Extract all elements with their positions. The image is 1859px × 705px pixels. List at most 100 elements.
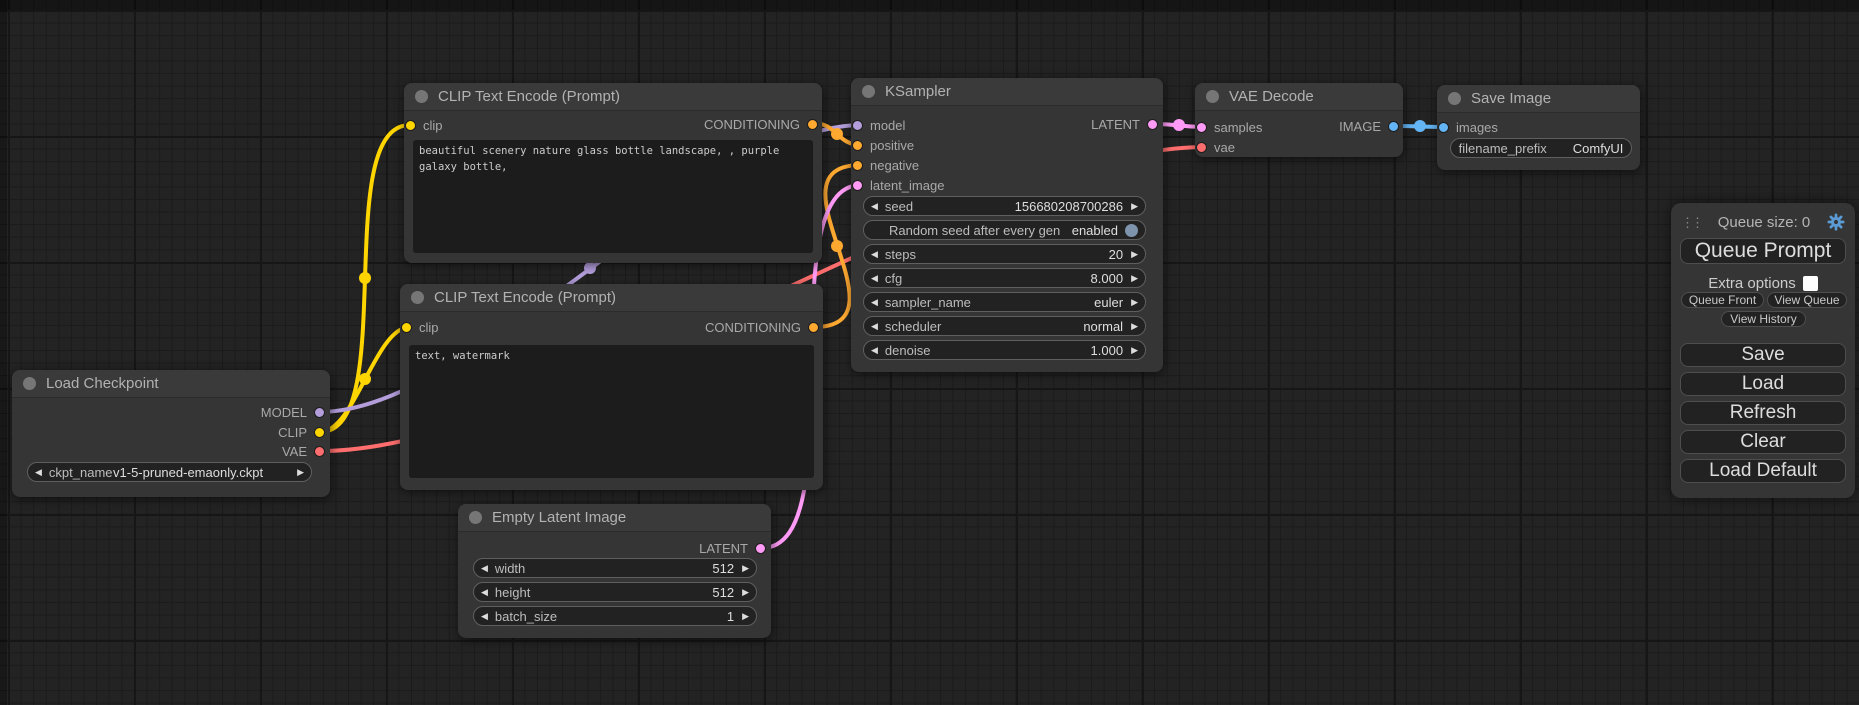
- save-button[interactable]: Save: [1680, 343, 1846, 367]
- collapse-dot-icon[interactable]: [411, 291, 424, 304]
- input-port-latent-image[interactable]: [852, 180, 863, 191]
- input-port-samples[interactable]: [1196, 122, 1207, 133]
- node-title-bar[interactable]: Save Image: [1437, 85, 1640, 113]
- decrement-arrow-icon[interactable]: ◀: [871, 346, 878, 355]
- view-queue-button[interactable]: View Queue: [1767, 292, 1847, 308]
- node-title-bar[interactable]: Load Checkpoint: [12, 370, 330, 398]
- decrement-arrow-icon[interactable]: ◀: [871, 250, 878, 259]
- node-title-bar[interactable]: VAE Decode: [1195, 83, 1403, 111]
- input-port-clip[interactable]: [405, 120, 416, 131]
- node-title-bar[interactable]: Empty Latent Image: [458, 504, 771, 532]
- prev-value-arrow-icon[interactable]: ◀: [871, 298, 878, 307]
- output-port-latent[interactable]: [1147, 119, 1158, 130]
- load-button[interactable]: Load: [1680, 372, 1846, 396]
- increment-arrow-icon[interactable]: ▶: [742, 564, 749, 573]
- next-value-arrow-icon[interactable]: ▶: [297, 468, 304, 477]
- input-port-clip[interactable]: [401, 322, 412, 333]
- sampler-name-widget[interactable]: ◀ sampler_name euler ▶: [863, 292, 1146, 312]
- node-empty-latent-image[interactable]: Empty Latent Image LATENT ◀ width 512 ▶ …: [458, 504, 771, 638]
- cfg-widget[interactable]: ◀ cfg 8.000 ▶: [863, 268, 1146, 288]
- widget-value: 512: [712, 585, 734, 600]
- collapse-dot-icon[interactable]: [862, 85, 875, 98]
- collapse-dot-icon[interactable]: [1448, 92, 1461, 105]
- settings-gear-icon[interactable]: [1827, 213, 1845, 231]
- output-port-image[interactable]: [1388, 121, 1399, 132]
- input-port-negative[interactable]: [852, 160, 863, 171]
- decrement-arrow-icon[interactable]: ◀: [481, 564, 488, 573]
- widget-value: v1-5-pruned-emaonly.ckpt: [113, 465, 263, 480]
- scheduler-widget[interactable]: ◀ scheduler normal ▶: [863, 316, 1146, 336]
- view-history-button[interactable]: View History: [1721, 311, 1806, 327]
- link-dot-clip-positive[interactable]: [359, 272, 371, 284]
- node-clip-text-encode-negative[interactable]: CLIP Text Encode (Prompt) clip CONDITION…: [400, 284, 823, 490]
- input-port-model[interactable]: [852, 120, 863, 131]
- drag-handle-icon[interactable]: ⋮⋮: [1681, 216, 1701, 229]
- increment-arrow-icon[interactable]: ▶: [1131, 274, 1138, 283]
- node-ksampler[interactable]: KSampler model positive negative latent_…: [851, 78, 1163, 372]
- positive-prompt-textarea[interactable]: beautiful scenery nature glass bottle la…: [413, 140, 813, 253]
- steps-widget[interactable]: ◀ steps 20 ▶: [863, 244, 1146, 264]
- input-port-positive[interactable]: [852, 140, 863, 151]
- node-title-bar[interactable]: CLIP Text Encode (Prompt): [400, 284, 823, 312]
- link-dot-image[interactable]: [1414, 120, 1426, 132]
- output-port-vae[interactable]: [314, 446, 325, 457]
- increment-arrow-icon[interactable]: ▶: [742, 588, 749, 597]
- node-title-bar[interactable]: CLIP Text Encode (Prompt): [404, 83, 822, 111]
- batch-size-widget[interactable]: ◀ batch_size 1 ▶: [473, 606, 757, 626]
- link-dot-negative[interactable]: [831, 240, 843, 252]
- ckpt-name-widget[interactable]: ◀ ckpt_name v1-5-pruned-emaonly.ckpt ▶: [27, 462, 312, 482]
- output-label-latent: LATENT: [699, 541, 748, 556]
- increment-arrow-icon[interactable]: ▶: [1131, 346, 1138, 355]
- next-value-arrow-icon[interactable]: ▶: [1131, 298, 1138, 307]
- output-port-model[interactable]: [314, 407, 325, 418]
- link-dot-latent-samples[interactable]: [1173, 119, 1185, 131]
- increment-arrow-icon[interactable]: ▶: [1131, 250, 1138, 259]
- widget-label: ckpt_name: [49, 465, 113, 480]
- node-save-image[interactable]: Save Image images filename_prefix ComfyU…: [1437, 85, 1640, 170]
- seed-widget[interactable]: ◀ seed 156680208700286 ▶: [863, 196, 1146, 216]
- queue-prompt-button[interactable]: Queue Prompt: [1680, 238, 1846, 264]
- denoise-widget[interactable]: ◀ denoise 1.000 ▶: [863, 340, 1146, 360]
- decrement-arrow-icon[interactable]: ◀: [871, 202, 878, 211]
- input-port-vae[interactable]: [1196, 142, 1207, 153]
- height-widget[interactable]: ◀ height 512 ▶: [473, 582, 757, 602]
- decrement-arrow-icon[interactable]: ◀: [871, 274, 878, 283]
- prev-value-arrow-icon[interactable]: ◀: [871, 322, 878, 331]
- filename-prefix-widget[interactable]: filename_prefix ComfyUI: [1450, 138, 1632, 158]
- width-widget[interactable]: ◀ width 512 ▶: [473, 558, 757, 578]
- link-dot-clip-negative[interactable]: [359, 373, 371, 385]
- node-load-checkpoint[interactable]: Load Checkpoint MODEL CLIP VAE ◀ ckpt_na…: [12, 370, 330, 497]
- increment-arrow-icon[interactable]: ▶: [742, 612, 749, 621]
- decrement-arrow-icon[interactable]: ◀: [481, 588, 488, 597]
- next-value-arrow-icon[interactable]: ▶: [1131, 322, 1138, 331]
- collapse-dot-icon[interactable]: [1206, 90, 1219, 103]
- clear-button[interactable]: Clear: [1680, 430, 1846, 454]
- output-port-conditioning[interactable]: [807, 119, 818, 130]
- output-port-conditioning[interactable]: [808, 322, 819, 333]
- input-label-clip: clip: [419, 320, 439, 335]
- node-clip-text-encode-positive[interactable]: CLIP Text Encode (Prompt) clip CONDITION…: [404, 83, 822, 263]
- widget-value: 1: [727, 609, 734, 624]
- prev-value-arrow-icon[interactable]: ◀: [35, 468, 42, 477]
- increment-arrow-icon[interactable]: ▶: [1131, 202, 1138, 211]
- collapse-dot-icon[interactable]: [469, 511, 482, 524]
- toggle-knob-icon[interactable]: [1125, 224, 1138, 237]
- link-dot-model[interactable]: [584, 262, 596, 274]
- collapse-dot-icon[interactable]: [23, 377, 36, 390]
- node-vae-decode[interactable]: VAE Decode samples vae IMAGE: [1195, 83, 1403, 157]
- queue-front-button[interactable]: Queue Front: [1681, 292, 1764, 308]
- node-graph-canvas[interactable]: Load Checkpoint MODEL CLIP VAE ◀ ckpt_na…: [0, 0, 1859, 705]
- node-title-bar[interactable]: KSampler: [851, 78, 1163, 106]
- random-seed-toggle-widget[interactable]: Random seed after every gen enabled: [863, 220, 1146, 240]
- load-default-button[interactable]: Load Default: [1680, 459, 1846, 483]
- refresh-button[interactable]: Refresh: [1680, 401, 1846, 425]
- extra-options-checkbox[interactable]: [1803, 276, 1818, 291]
- widget-label: width: [495, 561, 525, 576]
- decrement-arrow-icon[interactable]: ◀: [481, 612, 488, 621]
- output-port-clip[interactable]: [314, 427, 325, 438]
- link-dot-positive[interactable]: [831, 128, 843, 140]
- input-port-images[interactable]: [1438, 122, 1449, 133]
- collapse-dot-icon[interactable]: [415, 90, 428, 103]
- negative-prompt-textarea[interactable]: text, watermark: [409, 345, 814, 478]
- output-port-latent[interactable]: [755, 543, 766, 554]
